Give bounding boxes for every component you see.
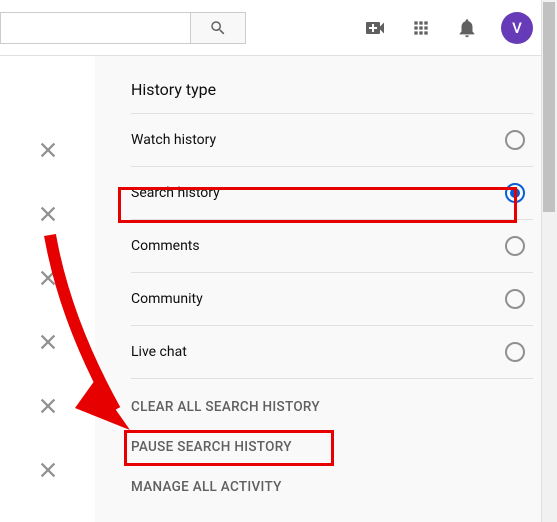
close-icon — [37, 139, 59, 161]
scrollbar-thumb[interactable] — [543, 2, 555, 212]
clear-history-link[interactable]: CLEAR ALL SEARCH HISTORY — [131, 399, 533, 415]
close-icon — [37, 267, 59, 289]
header-icons: V — [363, 12, 533, 44]
remove-item-button[interactable] — [36, 394, 60, 418]
option-label: Community — [131, 291, 203, 307]
history-option-community[interactable]: Community — [131, 273, 533, 325]
video-plus-icon — [363, 16, 387, 40]
radio-unselected-icon — [505, 236, 525, 256]
history-type-panel: History type Watch history Search histor… — [95, 56, 557, 522]
radio-unselected-icon — [505, 130, 525, 150]
apps-grid-icon — [411, 18, 431, 38]
search-button[interactable] — [190, 12, 246, 44]
history-option-livechat[interactable]: Live chat — [131, 326, 533, 378]
left-column — [0, 56, 95, 522]
remove-item-button[interactable] — [36, 458, 60, 482]
search-container — [0, 12, 246, 44]
remove-item-button[interactable] — [36, 330, 60, 354]
close-icon — [37, 395, 59, 417]
apps-button[interactable] — [409, 16, 433, 40]
close-icon — [37, 459, 59, 481]
search-icon — [209, 19, 227, 37]
history-option-comments[interactable]: Comments — [131, 220, 533, 272]
notifications-button[interactable] — [455, 16, 479, 40]
option-label: Watch history — [131, 132, 216, 148]
radio-unselected-icon — [505, 342, 525, 362]
close-icon — [37, 203, 59, 225]
option-label: Search history — [131, 185, 220, 201]
pause-history-link[interactable]: PAUSE SEARCH HISTORY — [131, 439, 533, 455]
option-label: Comments — [131, 238, 200, 254]
create-video-button[interactable] — [363, 16, 387, 40]
remove-item-button[interactable] — [36, 138, 60, 162]
search-input[interactable] — [0, 12, 190, 44]
avatar[interactable]: V — [501, 12, 533, 44]
bell-icon — [456, 17, 478, 39]
top-bar: V — [0, 0, 557, 56]
divider — [131, 378, 533, 379]
scrollbar-track[interactable] — [541, 0, 557, 522]
radio-unselected-icon — [505, 289, 525, 309]
remove-item-button[interactable] — [36, 202, 60, 226]
radio-selected-icon — [505, 183, 525, 203]
history-option-search[interactable]: Search history — [131, 167, 533, 219]
panel-title: History type — [131, 80, 533, 99]
remove-item-button[interactable] — [36, 266, 60, 290]
option-label: Live chat — [131, 344, 187, 360]
manage-activity-link[interactable]: MANAGE ALL ACTIVITY — [131, 479, 533, 495]
history-option-watch[interactable]: Watch history — [131, 114, 533, 166]
close-icon — [37, 331, 59, 353]
content-area: History type Watch history Search histor… — [0, 56, 557, 522]
